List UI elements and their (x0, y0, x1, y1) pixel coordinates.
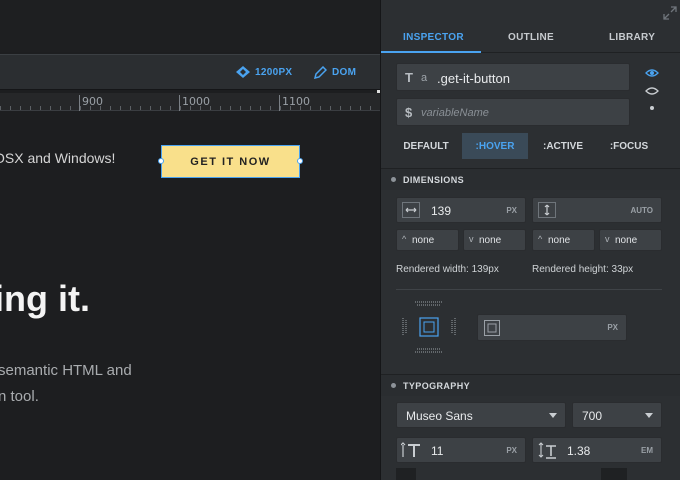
typography-section-header[interactable]: TYPOGRAPHY (381, 374, 680, 396)
font-family-value: Museo Sans (406, 409, 473, 423)
get-it-now-button[interactable]: GET IT NOW (158, 145, 303, 178)
dom-label: DOM (332, 67, 357, 78)
dimensions-section-header[interactable]: DIMENSIONS (381, 168, 680, 190)
width-arrows-icon (402, 202, 420, 218)
color-swatch[interactable] (601, 468, 627, 480)
panel-tabs: INSPECTOR OUTLINE LIBRARY (381, 27, 680, 53)
max-height-value: none (615, 235, 638, 246)
line-height-icon (538, 442, 556, 459)
pencil-icon (314, 66, 327, 79)
state-hover[interactable]: :HOVER (462, 133, 528, 159)
active-tab-indicator (381, 51, 481, 53)
width-value: 139 (431, 204, 452, 218)
diamond-icon (236, 66, 250, 78)
min-height-value: none (548, 235, 571, 246)
dollar-icon: $ (405, 105, 413, 120)
ruler-major-tick (79, 95, 80, 111)
height-arrows-icon (538, 202, 556, 218)
body-text-line[interactable]: semantic HTML and (0, 362, 132, 379)
section-divider (396, 289, 662, 290)
font-size-icon (401, 442, 420, 457)
state-active[interactable]: :ACTIVE (530, 133, 596, 159)
expand-icon[interactable] (663, 6, 677, 20)
state-focus[interactable]: :FOCUS (596, 133, 662, 159)
resize-handle-right[interactable] (297, 158, 303, 164)
cta-label: GET IT NOW (190, 155, 271, 168)
height-field[interactable]: AUTO (532, 197, 662, 223)
visibility-toggles (645, 68, 661, 120)
element-class-name: .get-it-button (437, 71, 510, 86)
font-family-select[interactable]: Museo Sans (396, 402, 566, 428)
chevron-down-icon: v (605, 234, 610, 244)
dom-button[interactable]: DOM (314, 66, 356, 79)
section-collapse-icon (391, 383, 396, 388)
line-height-value: 1.38 (567, 444, 591, 458)
canvas-top-bar (0, 0, 380, 52)
max-width-field[interactable]: v none (463, 229, 526, 251)
typography-title: TYPOGRAPHY (403, 381, 471, 391)
section-collapse-icon (391, 177, 396, 182)
variable-placeholder: variableName (421, 107, 489, 119)
line-height-field[interactable]: 1.38 EM (532, 437, 662, 463)
inspector-panel: INSPECTOR OUTLINE LIBRARY T a .get-it-bu… (380, 0, 680, 480)
design-canvas[interactable]: 1200PX DOM 900 1000 1100 OSX and Windows… (0, 0, 380, 480)
tab-outline[interactable]: OUTLINE (508, 32, 554, 43)
chevron-down-icon (549, 413, 557, 418)
line-height-unit: EM (641, 446, 653, 455)
ruler-label: 1100 (282, 95, 310, 108)
dimensions-title: DIMENSIONS (403, 175, 465, 185)
font-size-value: 11 (431, 444, 444, 458)
hidden-eye-icon[interactable] (645, 86, 659, 96)
chevron-down-icon: v (469, 234, 474, 244)
pseudo-state-tabs: DEFAULT :HOVER :ACTIVE :FOCUS (396, 133, 662, 159)
chevron-up-icon: ^ (538, 234, 543, 244)
horizontal-ruler: 900 1000 1100 (0, 93, 380, 111)
tab-library[interactable]: LIBRARY (609, 32, 655, 43)
rendered-width-text: Rendered width: 139px (396, 264, 499, 275)
dot-icon[interactable] (645, 104, 659, 112)
width-unit: PX (506, 206, 517, 215)
viewport-width-label: 1200PX (255, 66, 293, 78)
max-width-value: none (479, 235, 502, 246)
chevron-up-icon: ^ (402, 234, 407, 244)
box-spacing-unit: PX (607, 323, 618, 332)
variable-name-field[interactable]: $ variableName (396, 98, 630, 126)
chevron-down-icon (645, 413, 653, 418)
font-weight-select[interactable]: 700 (572, 402, 662, 428)
tab-inspector[interactable]: INSPECTOR (403, 32, 464, 43)
visible-eye-icon[interactable] (645, 68, 659, 78)
min-height-field[interactable]: ^ none (532, 229, 595, 251)
ruler-label: 900 (82, 95, 103, 108)
rendered-height-text: Rendered height: 33px (532, 264, 634, 275)
width-field[interactable]: 139 PX (396, 197, 526, 223)
min-width-field[interactable]: ^ none (396, 229, 459, 251)
state-default[interactable]: DEFAULT (396, 133, 456, 159)
font-size-unit: PX (506, 446, 517, 455)
text-element-icon: T (405, 70, 413, 85)
canvas-toolbar: 1200PX DOM (0, 54, 380, 90)
ruler-major-tick (279, 95, 280, 111)
element-class-field[interactable]: T a .get-it-button (396, 63, 630, 91)
body-text-line[interactable]: n tool. (0, 388, 39, 405)
ruler-major-tick (179, 95, 180, 111)
element-tag: a (421, 72, 428, 84)
padding-icon (484, 320, 500, 336)
font-size-field[interactable]: 11 PX (396, 437, 526, 463)
max-height-field[interactable]: v none (599, 229, 662, 251)
height-unit: AUTO (630, 206, 653, 215)
min-width-value: none (412, 235, 435, 246)
page-heading[interactable]: ing it. (0, 278, 90, 320)
platform-text[interactable]: OSX and Windows! (0, 150, 115, 166)
font-weight-value: 700 (582, 409, 603, 423)
color-swatch[interactable] (396, 468, 416, 480)
box-spacing-field[interactable]: PX (477, 314, 627, 341)
box-model-icon[interactable] (401, 300, 457, 354)
resize-handle-left[interactable] (158, 158, 164, 164)
ruler-label: 1000 (182, 95, 210, 108)
viewport-width-button[interactable]: 1200PX (236, 66, 292, 78)
